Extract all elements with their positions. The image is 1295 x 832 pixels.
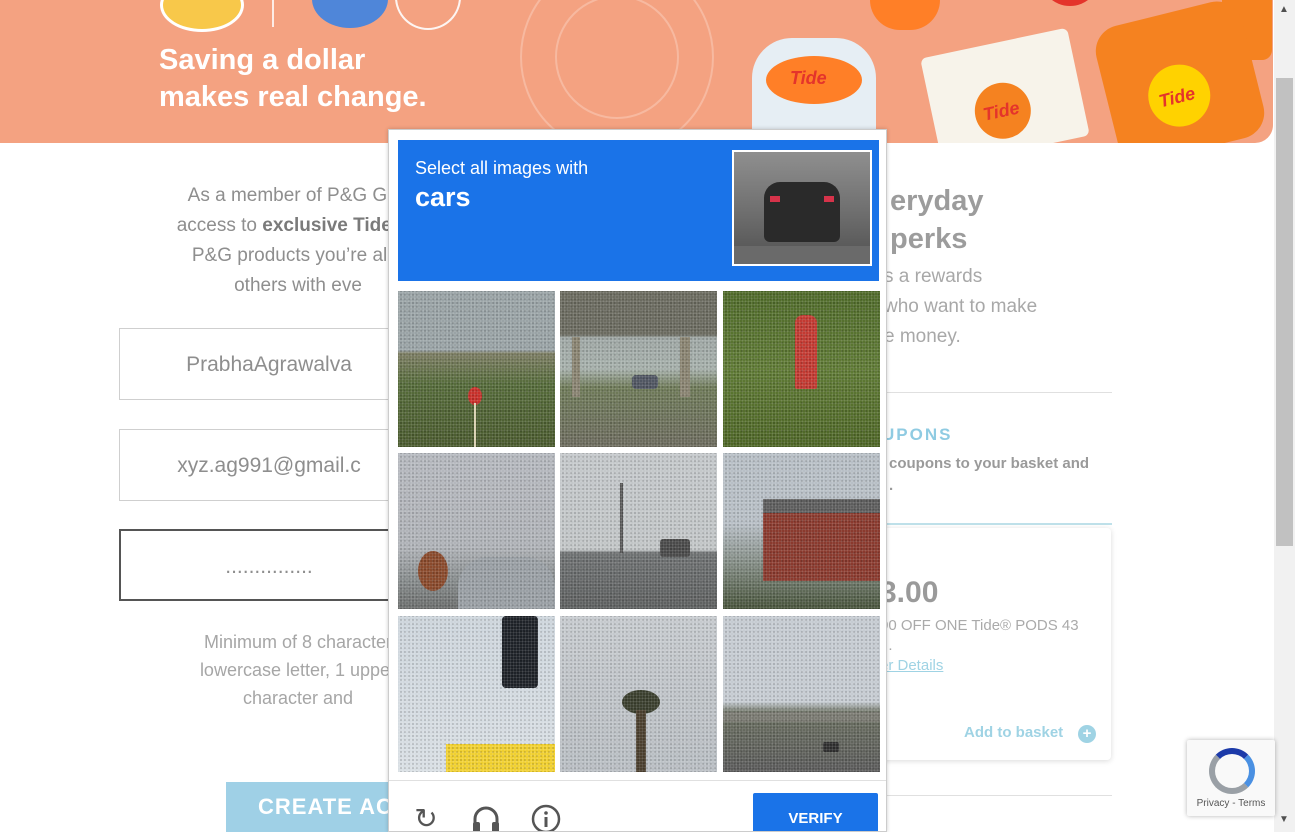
captcha-tile-8[interactable] [560, 616, 717, 772]
create-account-button[interactable]: CREATE AC [226, 782, 406, 832]
overpass-pillar [680, 337, 690, 397]
password-field[interactable]: ............... [119, 529, 419, 601]
scroll-up-arrow-icon[interactable]: ▲ [1279, 4, 1289, 15]
captcha-tile-6[interactable] [723, 453, 880, 609]
tide-pods-bag: Tide [920, 27, 1090, 143]
perks-description: s a rewards who want to make e money. [884, 262, 1037, 352]
reload-icon[interactable]: ↻ [410, 803, 442, 831]
headphones-icon [473, 806, 499, 831]
building-roof [763, 499, 880, 513]
hero-decor-ring [555, 0, 679, 119]
logo-swirl [395, 0, 461, 30]
hero-banner: Saving a dollar makes real change. Tide … [0, 0, 1273, 143]
bridge-shape [723, 712, 880, 722]
red-sign-shape [468, 387, 482, 405]
captcha-tile-3[interactable] [723, 291, 880, 447]
offer-line-1: 00 OFF ONE Tide® PODS 43 [880, 617, 1079, 634]
perks-heading-line-2: perks [890, 223, 968, 255]
username-field[interactable]: PrabhaAgrawalva [119, 328, 419, 400]
scroll-down-arrow-icon[interactable]: ▼ [1279, 814, 1289, 825]
captcha-tile-2[interactable] [560, 291, 717, 447]
perks-heading-line-1: eryday [890, 185, 984, 217]
challenge-instruction: Select all images with [415, 158, 589, 178]
car-roof-shape [458, 557, 555, 609]
sign-pole [474, 403, 476, 447]
hero-headline: Saving a dollar makes real change. [159, 42, 427, 116]
perks-desc-line-2: who want to make [884, 296, 1038, 317]
email-field[interactable]: xyz.ag991@gmail.c [119, 429, 419, 501]
hero-line-1: Saving a dollar [159, 44, 366, 76]
divider [880, 523, 1112, 525]
info-circle-icon [531, 804, 561, 831]
captcha-tile-5[interactable] [560, 453, 717, 609]
coupons-desc-line-1: coupons to your basket and [889, 455, 1090, 472]
offer-details-link[interactable]: er Details [880, 657, 943, 674]
divider [880, 392, 1112, 393]
coupons-description: coupons to your basket and . [889, 453, 1089, 497]
tree-shape [418, 551, 448, 591]
recaptcha-logo-icon [1209, 748, 1255, 794]
perks-desc-line-3: e money. [884, 326, 961, 347]
traffic-light-shape [502, 616, 538, 688]
perks-heading: eryday perks [890, 182, 984, 258]
perks-desc-line-1: s a rewards [884, 266, 983, 287]
sample-road [734, 246, 870, 264]
recaptcha-privacy-terms[interactable]: Privacy - Terms [1187, 798, 1275, 809]
challenge-target-word: cars [415, 182, 471, 212]
brick-building-shape [763, 511, 880, 581]
sample-taillight [824, 196, 834, 202]
verify-button[interactable]: VERIFY [753, 793, 878, 831]
car-shape [632, 375, 658, 389]
captcha-challenge-dialog: Select all images with cars ↻ VERIFY [388, 129, 887, 832]
plus-icon[interactable]: + [1078, 725, 1096, 743]
add-to-basket-button[interactable]: Add to basket [964, 724, 1063, 741]
palm-trunk-shape [636, 710, 646, 772]
truck-shape [660, 539, 690, 557]
offer-line-2: ... [880, 636, 1079, 656]
challenge-footer: ↻ VERIFY [389, 780, 886, 831]
tide-pods-container: Tide [752, 38, 876, 143]
product-image [1040, 0, 1100, 6]
fire-hydrant-shape [795, 315, 817, 389]
hero-line-2: makes real change. [159, 81, 427, 113]
captcha-tile-9[interactable] [723, 616, 880, 772]
captcha-tile-4[interactable] [398, 453, 555, 609]
tide-badge-text: Tide [790, 68, 827, 88]
product-image [870, 0, 940, 30]
divider [880, 795, 1112, 796]
overpass-pillar [572, 337, 580, 397]
streetlight-pole [620, 483, 623, 553]
tide-logo [160, 0, 244, 32]
coupon-offer-text: 00 OFF ONE Tide® PODS 43 ... [880, 616, 1079, 656]
coupon-price: 3.00 [880, 576, 939, 609]
intro-line-2-prefix: access to [176, 215, 263, 236]
palm-fronds-shape [622, 690, 660, 714]
car-shape [823, 742, 839, 752]
challenge-header: Select all images with cars [398, 140, 879, 281]
scrollbar-thumb[interactable] [1276, 78, 1293, 546]
info-icon[interactable] [530, 803, 562, 831]
captcha-tile-7[interactable] [398, 616, 555, 772]
logo-divider [272, 0, 274, 27]
pg-logo [312, 0, 388, 28]
challenge-sample-image [732, 150, 872, 266]
audio-icon[interactable] [470, 803, 502, 831]
coupons-desc-line-2: . [889, 477, 894, 494]
sample-car [764, 182, 840, 242]
challenge-image-grid [398, 291, 880, 772]
sample-taillight [770, 196, 780, 202]
recaptcha-badge[interactable]: Privacy - Terms [1187, 740, 1275, 816]
captcha-tile-1[interactable] [398, 291, 555, 447]
yellow-sign-shape [446, 744, 555, 772]
coupons-title: UPONS [882, 425, 953, 444]
